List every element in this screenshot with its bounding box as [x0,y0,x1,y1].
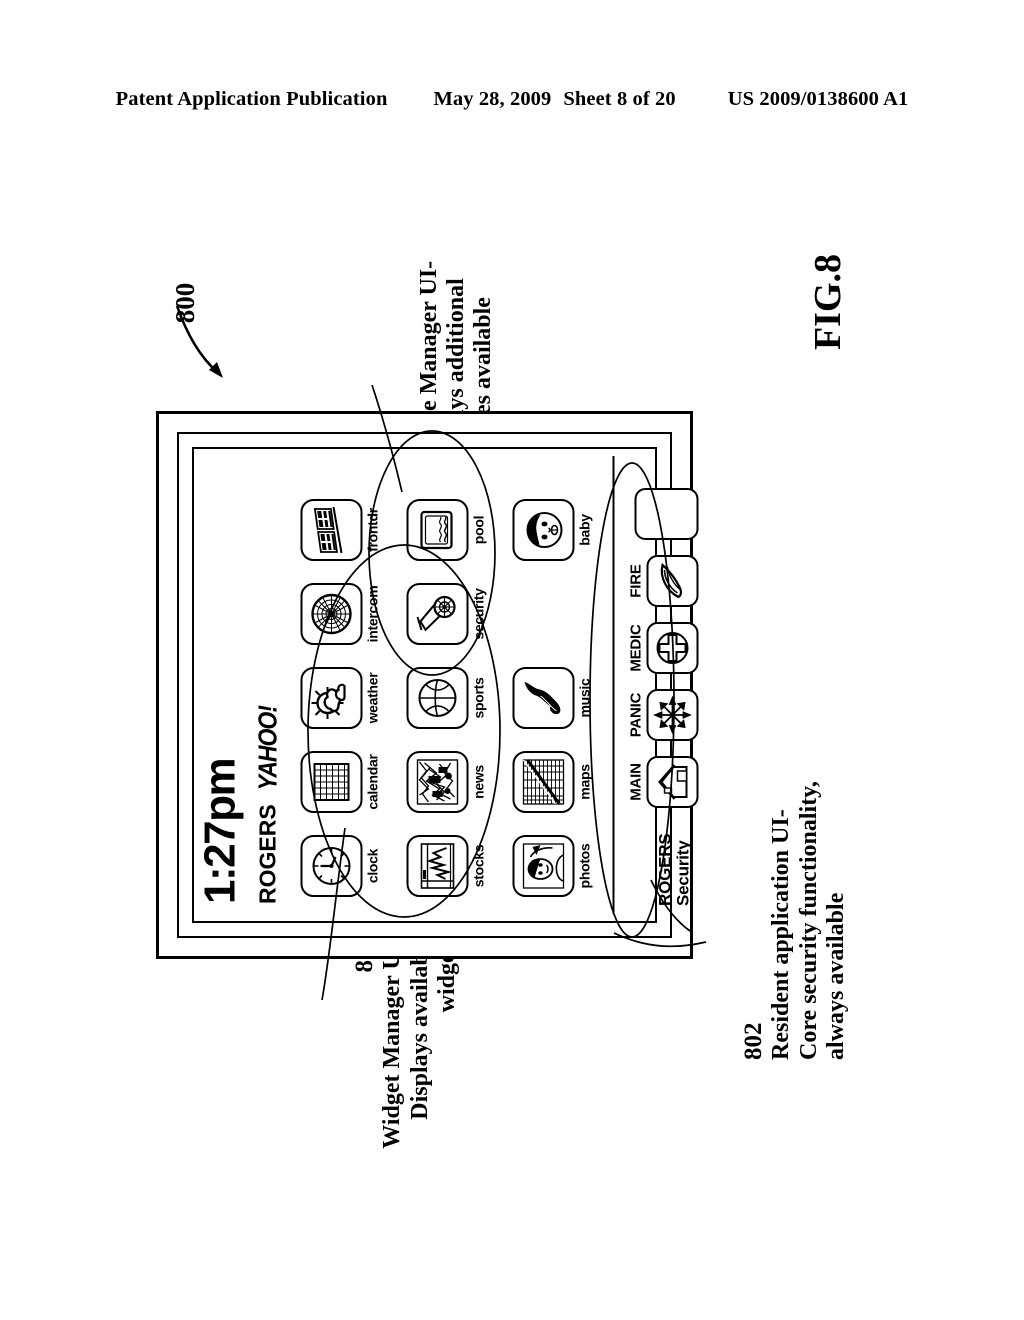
device-middle-frame: 1:27pm ROGERS YAHOO! clock calendar weat… [177,432,704,938]
widget-label: maps [576,764,592,800]
widget-manager-grid: clock calendar weather intercom frontdr … [300,456,612,914]
dock-brand-line1: ROGERS [655,833,675,906]
publication-title: Patent Application Publication [115,88,388,110]
sheet-number: Sheet 8 of 20 [563,88,676,110]
widget-clock[interactable]: clock [300,830,400,902]
dock-button-label: FIRE [627,564,644,598]
widget-label: intercom [364,585,380,643]
callout-802-line2: Core security functionality, [795,781,822,1060]
medical-cross-icon [646,622,698,674]
callout-802-number: 802 [739,1022,767,1061]
dock-button-fire[interactable]: FIRE [627,552,698,610]
callout-804-line1: Widget Manager UI- [379,935,406,1149]
intercom-icon [300,583,362,645]
dock-button-panic[interactable]: PANIC [627,686,698,744]
widget-row: stocks news sports security pool [406,462,506,902]
widget-label: news [470,765,486,799]
news-icon [406,751,468,813]
clock-icon [300,835,362,897]
widget-calendar[interactable]: calendar [300,746,400,818]
clock-time: 1:27pm [195,758,244,904]
widget-label: stocks [470,844,486,888]
widget-label: frontdr [364,508,380,552]
flame-icon [646,555,698,607]
widget-intercom[interactable]: intercom [300,578,400,650]
music-icon [512,667,574,729]
widget-pool[interactable]: pool [406,494,506,566]
widget-baby[interactable]: baby [512,494,612,566]
dock-button-label: PANIC [627,692,644,738]
patent-number: US 2009/0138600 A1 [727,88,909,110]
widget-label: photos [576,843,592,889]
widget-label: music [576,678,592,718]
sports-icon [406,667,468,729]
widget-news[interactable]: news [406,746,506,818]
callout-804-line2: Displays available [406,935,433,1120]
carrier-name: ROGERS [254,804,280,904]
widget-label: calendar [364,754,380,810]
widget-photos[interactable]: photos [512,830,612,902]
frontdoor-icon [300,499,362,561]
widget-security[interactable]: security [406,578,506,650]
widget-label: sports [470,677,486,719]
baby-icon [512,499,574,561]
status-area: 1:27pm ROGERS YAHOO! [192,456,300,914]
widget-sports[interactable]: sports [406,662,506,734]
callout-802-line1: Resident application UI- [768,809,795,1060]
photos-icon [512,835,574,897]
widget-row: photos maps music baby [512,462,612,902]
portal-logo: YAHOO! [252,706,282,791]
publication-date: May 28, 2009 [433,88,552,110]
widget-weather[interactable]: weather [300,662,400,734]
stocks-icon [406,835,468,897]
blank-icon [634,488,698,540]
starburst-icon [646,689,698,741]
maps-icon [512,751,574,813]
ref-800-arrow [175,305,223,378]
widget-frontdoor[interactable]: frontdr [300,494,400,566]
widget-maps[interactable]: maps [512,746,612,818]
carrier-row: ROGERS YAHOO! [252,456,282,904]
widget-label: security [470,588,486,640]
weather-icon [300,667,362,729]
dock-button-main[interactable]: MAIN [627,753,698,811]
resident-security-dock: ROGERS Security MAIN PANIC MEDIC FIRE [612,456,704,914]
dock-brand-line2: Security [673,840,693,907]
calendar-icon [300,751,362,813]
callout-804: 804 Widget Manager UI- Displays availabl… [301,935,511,1255]
widget-stocks[interactable]: stocks [406,830,506,902]
device-outer-frame: 1:27pm ROGERS YAHOO! clock calendar weat… [156,411,704,959]
callout-802-line3: always available [822,892,849,1060]
widget-label: baby [576,514,592,546]
house-icon [646,756,698,808]
pool-icon [406,499,468,561]
widget-label: pool [470,515,486,545]
dock-button-medic[interactable]: MEDIC [627,619,698,677]
figure-label: FIG.8 [807,253,849,351]
publication-header: Patent Application Publication May 28, 2… [0,88,1024,111]
security-icon [406,583,468,645]
dock-button-label: MEDIC [627,624,644,672]
widget-label: weather [364,672,380,724]
dock-button-label: MAIN [627,763,644,801]
dock-button-blank[interactable] [632,485,698,543]
phone-ui-rotated: 1:27pm ROGERS YAHOO! clock calendar weat… [192,456,704,914]
widget-row: clock calendar weather intercom frontdr [300,462,400,902]
device-screen: 1:27pm ROGERS YAHOO! clock calendar weat… [192,447,704,923]
widget-label: clock [364,848,380,884]
widget-music[interactable]: music [512,662,612,734]
dock-brand: ROGERS Security [655,820,698,907]
callout-802: 802 Resident application UI- Core securi… [680,770,910,1060]
